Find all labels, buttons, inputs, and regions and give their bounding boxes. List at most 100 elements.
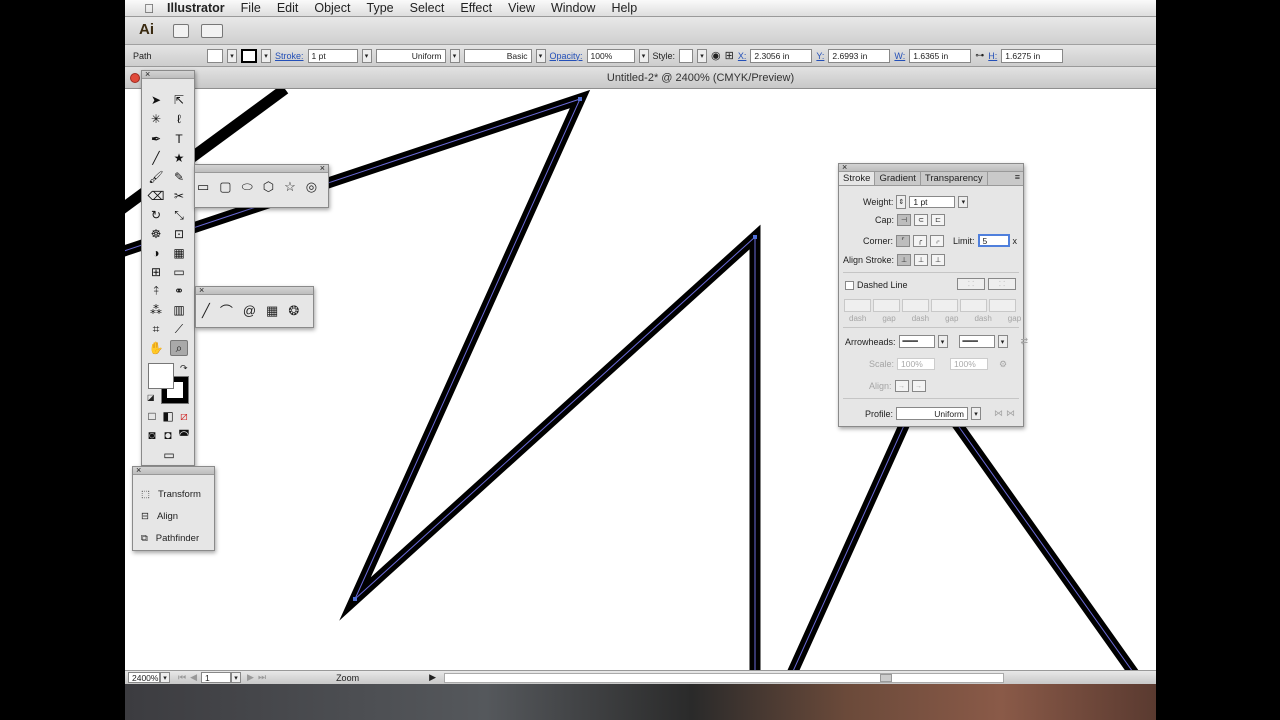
draw-inside-icon[interactable]: ◚ [177, 427, 191, 443]
weight-dropdown[interactable]: ▾ [958, 196, 969, 208]
status-menu-icon[interactable]: ▶ [429, 672, 436, 683]
rotate-tool-icon[interactable]: ↻ [147, 207, 165, 223]
y-label[interactable]: Y: [816, 51, 824, 61]
lasso-tool-icon[interactable]: ℓ [170, 111, 188, 127]
draw-behind-icon[interactable]: ◘ [161, 427, 175, 443]
style-dropdown[interactable]: ▾ [697, 48, 708, 63]
dash-field-1[interactable] [844, 299, 871, 312]
menu-object[interactable]: Object [306, 1, 358, 15]
align-to-icon[interactable]: ⊞ [725, 49, 734, 62]
warp-tool-icon[interactable]: ☸ [147, 226, 165, 242]
bevel-join-button[interactable]: ⌌ [930, 234, 945, 247]
menu-app-name[interactable]: Illustrator [159, 1, 233, 15]
h-field[interactable]: 1.6275 in [1001, 48, 1064, 63]
close-stroke-panel-icon[interactable]: × [842, 162, 847, 172]
brush-definition[interactable]: Basic [463, 48, 532, 63]
start-scale-field[interactable]: 100% [897, 358, 936, 370]
align-center-button[interactable]: ⊥ [897, 254, 912, 266]
variable-width-profile[interactable]: Uniform [375, 48, 446, 63]
shape-builder-tool-icon[interactable]: ◑ [147, 245, 165, 261]
symbol-sprayer-tool-icon[interactable]: ⁂ [147, 302, 165, 318]
dash-field-3[interactable] [960, 299, 987, 312]
blend-tool-icon[interactable]: ⚭ [170, 283, 188, 299]
free-transform-tool-icon[interactable]: ⊡ [170, 226, 188, 242]
rectangle-tool-icon[interactable]: ▭ [197, 179, 209, 195]
arrow-place-button[interactable]: → [911, 380, 926, 392]
align-outside-button[interactable]: ⊥ [931, 254, 946, 266]
constrain-proportions-icon[interactable]: ⊶ [975, 50, 984, 61]
artboard-dropdown[interactable]: ▾ [231, 672, 242, 683]
close-tools-icon[interactable]: × [145, 69, 150, 79]
first-artboard-icon[interactable]: ⏮ [178, 672, 186, 683]
profile-dropdown[interactable]: ▾ [449, 48, 460, 63]
draw-normal-icon[interactable]: ◙ [145, 427, 159, 443]
close-document-icon[interactable] [130, 73, 140, 83]
weight-stepper[interactable]: ⇕ [896, 195, 907, 209]
menu-effect[interactable]: Effect [452, 1, 500, 15]
eyedropper-tool-icon[interactable]: ⤉ [147, 283, 165, 299]
scale-tool-icon[interactable]: ⤡ [170, 207, 188, 223]
pathfinder-panel-item[interactable]: ⧉ Pathfinder [141, 533, 199, 544]
perspective-grid-tool-icon[interactable]: ▦ [170, 245, 188, 261]
default-fill-stroke-icon[interactable]: ◪ [147, 393, 155, 402]
horizontal-scrollbar[interactable] [444, 672, 1004, 683]
zoom-dropdown[interactable]: ▾ [160, 672, 170, 683]
menu-window[interactable]: Window [543, 1, 603, 15]
shape-flyout-grip[interactable]: × [195, 163, 328, 173]
end-arrowhead-dropdown[interactable]: ▾ [997, 335, 1008, 348]
mini-dock-grip[interactable]: × [133, 465, 214, 475]
column-graph-tool-icon[interactable]: ▥ [170, 302, 188, 318]
tab-transparency[interactable]: Transparency [921, 172, 988, 185]
screen-mode-icon[interactable]: ▭ [160, 447, 178, 463]
close-shape-flyout-icon[interactable]: × [320, 163, 325, 173]
color-mode-icon[interactable]: □ [145, 408, 159, 424]
arrow-extend-button[interactable]: → [894, 380, 909, 392]
last-artboard-icon[interactable]: ⏭ [258, 672, 266, 683]
dash-field-2[interactable] [902, 299, 929, 312]
dash-align-button[interactable]: ⸬ [988, 278, 1016, 290]
flare-tool-icon[interactable]: ◎ [306, 179, 317, 195]
magic-wand-tool-icon[interactable]: ✳ [147, 111, 165, 127]
fill-swatch[interactable] [207, 48, 223, 63]
swap-fill-stroke-icon[interactable]: ↷ [180, 363, 188, 374]
menu-type[interactable]: Type [359, 1, 402, 15]
stroke-swatch[interactable] [241, 48, 257, 63]
stroke-panel-grip[interactable]: × [839, 162, 1023, 172]
gap-field-3[interactable] [989, 299, 1016, 312]
star-shape-tool-icon[interactable]: ☆ [284, 179, 296, 195]
x-label[interactable]: X: [738, 51, 747, 61]
zoom-tool-icon[interactable]: ⌕ [170, 340, 188, 356]
menu-select[interactable]: Select [402, 1, 453, 15]
end-scale-field[interactable]: 100% [950, 358, 989, 370]
gap-field-2[interactable] [931, 299, 958, 312]
scrollbar-thumb[interactable] [880, 673, 892, 682]
x-field[interactable]: 2.3056 in [750, 48, 813, 63]
swap-arrowheads-icon[interactable]: ⇄ [1021, 336, 1029, 347]
arrange-documents-icon[interactable] [201, 23, 223, 38]
paintbrush-tool-icon[interactable]: 🖌 [147, 169, 165, 185]
menu-edit[interactable]: Edit [269, 1, 307, 15]
opacity-dropdown[interactable]: ▾ [638, 48, 649, 63]
gap-field-1[interactable] [873, 299, 900, 312]
fill-dropdown[interactable]: ▾ [227, 48, 237, 63]
flip-along-icon[interactable]: ⋈ [994, 408, 1003, 419]
blob-brush-tool-icon[interactable]: ⌫ [147, 188, 165, 204]
round-join-button[interactable]: ╭ [913, 234, 928, 247]
brush-dropdown[interactable]: ▾ [535, 48, 546, 63]
h-label[interactable]: H: [988, 51, 997, 61]
type-tool-icon[interactable]: T [170, 131, 188, 147]
limit-field[interactable]: 5 [977, 234, 1010, 247]
selection-tool-icon[interactable]: ➤ [147, 92, 165, 108]
none-mode-icon[interactable]: ⧄ [177, 408, 191, 424]
next-artboard-icon[interactable]: ▶ [247, 672, 254, 683]
anchor-point[interactable] [578, 97, 582, 101]
start-arrowhead-select[interactable]: ━━━ [898, 335, 935, 348]
line-flyout-grip[interactable]: × [196, 285, 313, 295]
menu-view[interactable]: View [500, 1, 543, 15]
arc-tool-icon[interactable]: ⌒ [220, 301, 233, 320]
scissors-tool-icon[interactable]: ✂ [170, 188, 188, 204]
miter-join-button[interactable]: ⌜ [896, 234, 911, 247]
apple-icon[interactable]:  [139, 1, 159, 16]
align-inside-button[interactable]: ⊥ [914, 254, 929, 266]
tab-gradient[interactable]: Gradient [875, 172, 921, 185]
